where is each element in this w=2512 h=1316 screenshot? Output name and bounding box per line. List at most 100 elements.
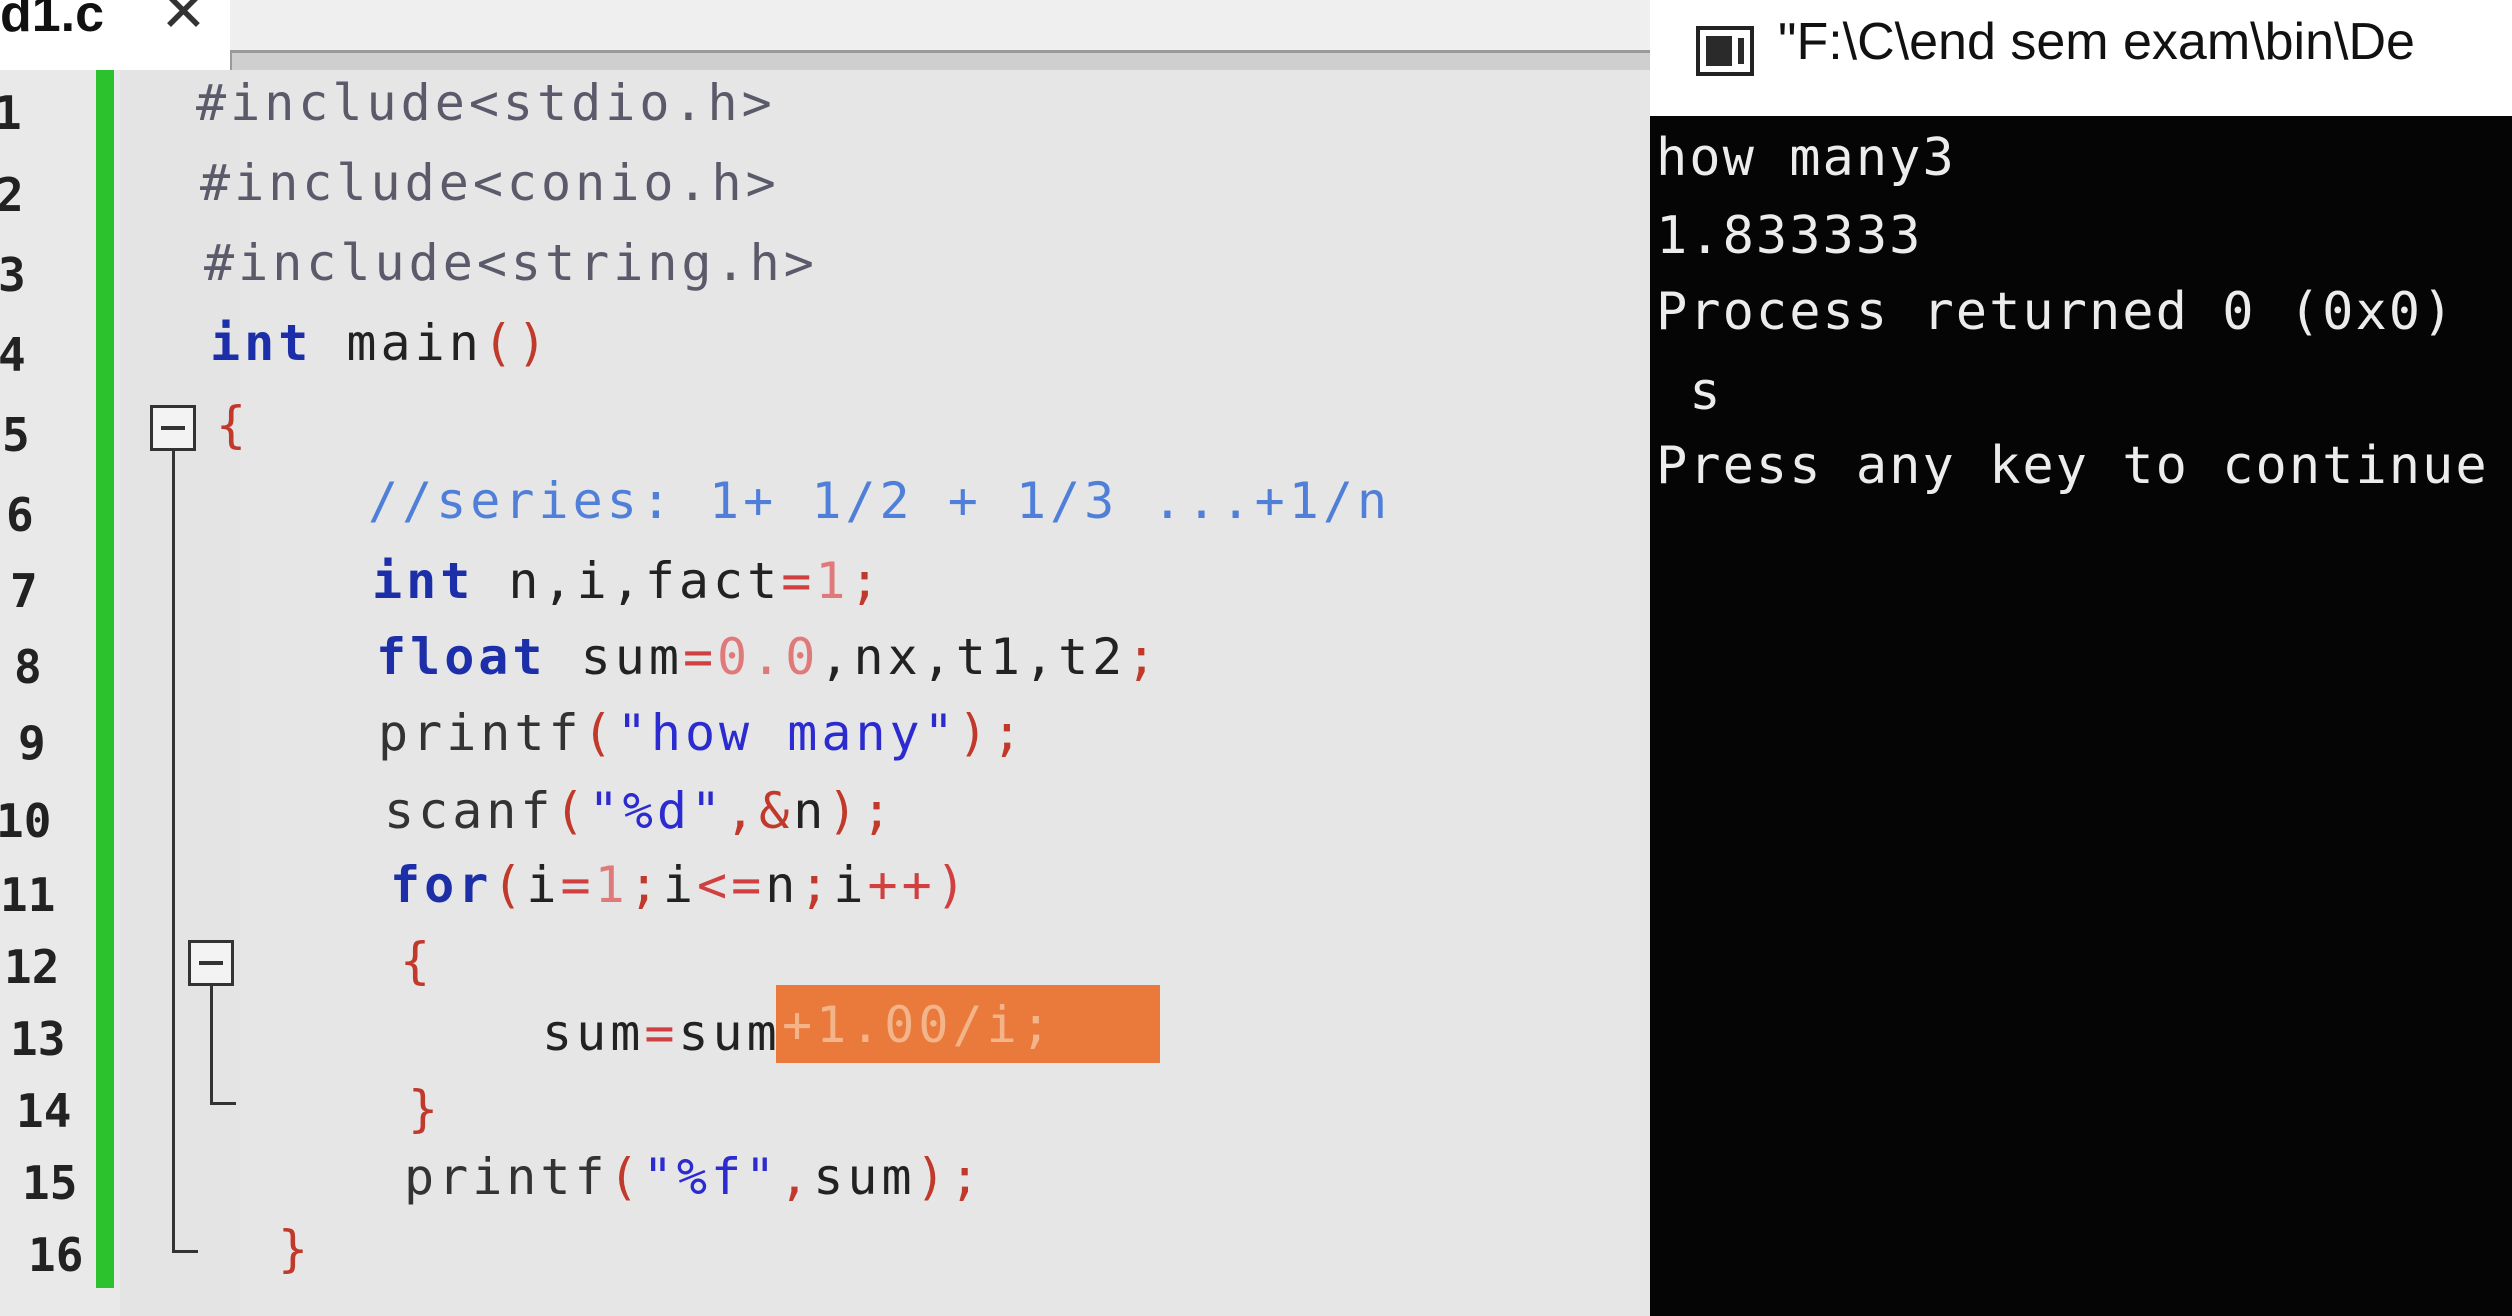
fold-collapse-icon[interactable] (188, 940, 234, 986)
code-token: ; (849, 552, 884, 610)
code-token: "%d" (588, 782, 726, 840)
code-line[interactable]: sum=sum (542, 1004, 781, 1062)
line-number: 2 (0, 168, 24, 222)
code-line[interactable]: printf("%f",sum); (404, 1148, 984, 1206)
code-token: "how many" (616, 704, 958, 762)
code-token: = (644, 1004, 679, 1062)
code-line[interactable]: #include<string.h> (204, 234, 818, 292)
line-number: 16 (28, 1228, 84, 1282)
code-token: = (560, 856, 595, 914)
fold-guide-line (210, 986, 213, 1102)
code-token: ( (582, 704, 617, 762)
code-token: #include<conio.h> (200, 154, 780, 212)
code-token: ); (827, 782, 896, 840)
editor-tab-bar: d1.c ✕ (0, 0, 1650, 70)
code-token: "%f" (642, 1148, 780, 1206)
code-token: n,i,fact (474, 552, 782, 610)
line-number: 11 (0, 868, 56, 922)
code-line[interactable]: int main() (210, 314, 551, 372)
code-line[interactable]: printf("how many"); (378, 704, 1026, 762)
code-token: 0.0 (717, 628, 820, 686)
code-token: main (312, 314, 483, 372)
console-output-line: Process returned 0 (0x0) (1656, 282, 2456, 342)
code-token: //series: 1+ 1/2 + 1/3 ...+1/n (368, 472, 1392, 530)
code-line[interactable]: int n,i,fact=1; (372, 552, 884, 610)
code-token: for (390, 856, 493, 914)
code-token: { (400, 932, 435, 990)
tab-bar-empty-area (230, 0, 1650, 53)
console-output-line: s (1656, 362, 1723, 422)
code-token: ; (628, 856, 663, 914)
code-token: ( (608, 1148, 643, 1206)
fold-collapse-icon[interactable] (150, 405, 196, 451)
console-output-line: how many3 (1656, 128, 1956, 188)
code-token: printf (378, 704, 583, 762)
code-line[interactable]: } (278, 1220, 312, 1278)
line-number: 14 (16, 1084, 72, 1138)
code-token: ,& (725, 782, 794, 840)
code-token: , (779, 1148, 814, 1206)
code-line[interactable]: #include<conio.h> (200, 154, 780, 212)
code-token: #include<stdio.h> (196, 74, 776, 132)
code-token: } (278, 1220, 313, 1278)
code-token: float (376, 628, 547, 686)
highlighted-code: +1.00/i; (782, 996, 1055, 1054)
code-line[interactable]: { (216, 396, 250, 454)
fold-end-marker (210, 1102, 236, 1105)
code-token: ; (1126, 628, 1161, 686)
line-number: 10 (0, 794, 52, 848)
code-line[interactable]: { (400, 932, 434, 990)
line-number: 3 (0, 248, 26, 302)
line-number: 13 (10, 1012, 66, 1066)
console-app-icon (1696, 26, 1754, 76)
code-token: () (482, 314, 552, 372)
line-number: 7 (10, 564, 38, 618)
changed-lines-marker (96, 70, 114, 1288)
code-token: scanf (384, 782, 555, 840)
code-line[interactable]: float sum=0.0,nx,t1,t2; (376, 628, 1160, 686)
code-line[interactable]: for(i=1;i<=n;i++) (390, 856, 970, 914)
code-token: int (372, 552, 475, 610)
code-token: printf (404, 1148, 609, 1206)
code-line[interactable]: scanf("%d",&n); (384, 782, 896, 840)
fold-end-marker (172, 1250, 198, 1253)
console-output-line: Press any key to continue (1656, 436, 2489, 496)
code-token: ( (554, 782, 589, 840)
code-token: ++) (867, 856, 970, 914)
code-token: n (793, 782, 828, 840)
code-token: = (682, 628, 718, 686)
line-number: 12 (4, 940, 60, 994)
console-title-bar[interactable]: "F:\C\end sem exam\bin\De (1650, 0, 2512, 116)
code-token: = (781, 552, 816, 610)
code-line[interactable]: } (408, 1080, 442, 1138)
code-token: 1 (815, 552, 850, 610)
close-tab-icon[interactable]: ✕ (160, 0, 207, 45)
line-number: 8 (14, 640, 42, 694)
code-token: sum (678, 1004, 781, 1062)
code-line[interactable]: //series: 1+ 1/2 + 1/3 ...+1/n (368, 472, 1391, 530)
screen: d1.c ✕ 1 2 3 4 5 6 7 8 9 10 11 12 13 14 … (0, 0, 2512, 1316)
code-token: int (210, 314, 313, 372)
code-token: sum (546, 628, 683, 686)
code-token: #include<string.h> (204, 234, 818, 292)
code-token: { (216, 396, 251, 454)
code-token: i (526, 856, 561, 914)
code-token: sum (542, 1004, 645, 1062)
console-window[interactable]: "F:\C\end sem exam\bin\De how many3 1.83… (1650, 0, 2512, 1316)
code-token: ; (799, 856, 834, 914)
code-editor[interactable]: d1.c ✕ 1 2 3 4 5 6 7 8 9 10 11 12 13 14 … (0, 0, 1650, 1316)
console-title: "F:\C\end sem exam\bin\De (1778, 13, 2415, 71)
code-token: } (408, 1080, 443, 1138)
code-line[interactable]: #include<stdio.h> (196, 74, 776, 132)
code-token: i (662, 856, 697, 914)
code-token: ); (957, 704, 1026, 762)
line-number: 6 (6, 488, 34, 542)
code-token: ( (492, 856, 527, 914)
code-token: 1 (594, 856, 629, 914)
file-tab-label: d1.c (0, 0, 105, 43)
fold-guide-line (172, 451, 175, 1251)
line-number: 4 (0, 328, 26, 382)
code-token: n (765, 856, 800, 914)
file-tab[interactable]: d1.c ✕ (0, 0, 232, 70)
line-number: 15 (22, 1156, 78, 1210)
